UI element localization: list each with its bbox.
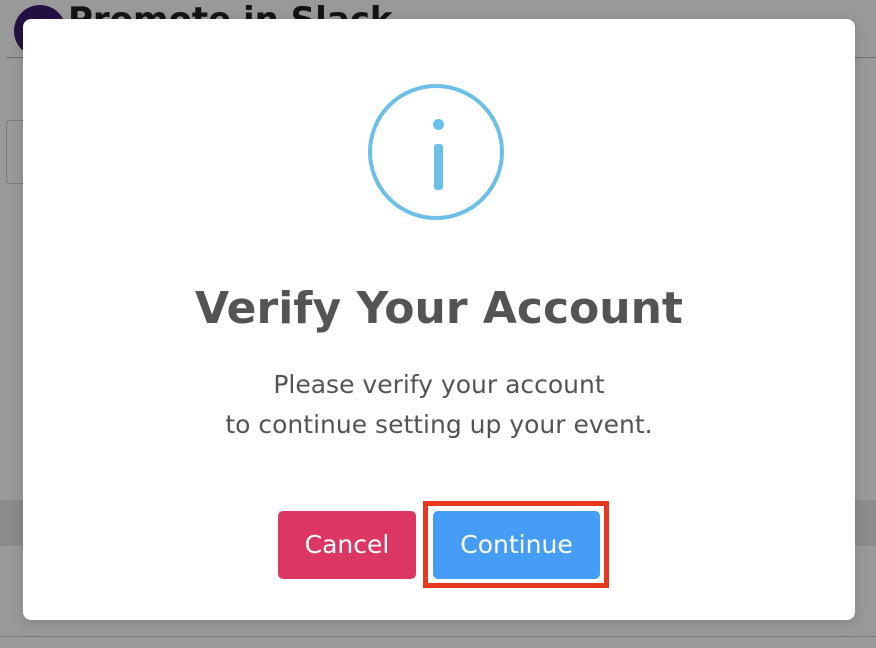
continue-button[interactable]: Continue [433,511,600,579]
dialog-message-line-1: Please verify your account [273,370,605,399]
verify-account-dialog: Verify Your Account Please verify your a… [23,19,855,620]
info-icon-dot [433,119,444,130]
cancel-button[interactable]: Cancel [278,511,416,579]
page: Promote in Slack Verify Your Account Ple… [0,0,876,648]
dialog-message: Please verify your account to continue s… [23,365,855,445]
dialog-title: Verify Your Account [195,283,683,334]
dialog-message-line-2: to continue setting up your event. [225,410,653,439]
info-icon [368,84,504,220]
info-icon-bar [434,144,443,190]
